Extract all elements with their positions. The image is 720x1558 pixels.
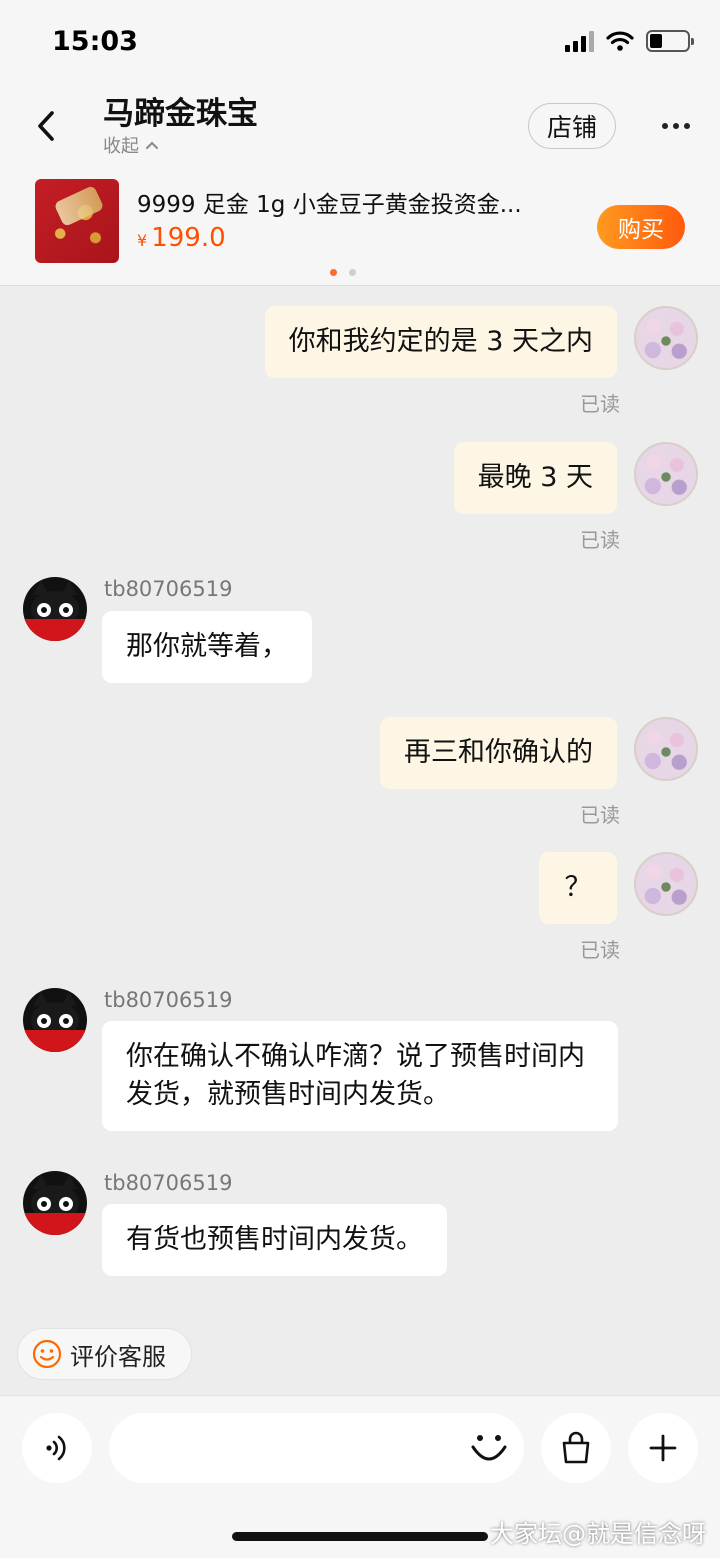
wifi-icon <box>606 31 634 51</box>
cellular-signal-icon <box>565 30 594 52</box>
sender-name: tb80706519 <box>104 1171 233 1195</box>
read-status: 已读 <box>580 803 620 827</box>
sender-name: tb80706519 <box>104 988 233 1012</box>
message-bubble-sent[interactable]: ？ <box>539 852 617 924</box>
seller-avatar[interactable] <box>23 577 87 641</box>
product-card[interactable]: 9999 足金 1g 小金豆子黄金投资金... ¥199.0 购买 <box>35 179 695 265</box>
carousel-dot-active <box>330 269 337 276</box>
message-bubble-sent[interactable]: 再三和你确认的 <box>380 717 617 789</box>
price-currency: ¥ <box>137 231 148 250</box>
chevron-up-icon <box>146 141 158 149</box>
status-time: 15:03 <box>52 26 138 57</box>
smiley-icon <box>32 1339 62 1369</box>
chevron-left-icon <box>38 111 54 141</box>
seller-avatar[interactable] <box>23 1171 87 1235</box>
input-bar: 大家坛@就是信念呀 <box>0 1395 720 1558</box>
watermark: 大家坛@就是信念呀 <box>490 1520 706 1548</box>
status-icons <box>565 30 694 52</box>
rate-service-button[interactable]: 评价客服 <box>17 1328 192 1380</box>
battery-icon <box>646 30 694 52</box>
collapse-toggle[interactable]: 收起 <box>103 132 159 158</box>
emoji-icon <box>471 1435 507 1461</box>
read-status: 已读 <box>580 528 620 552</box>
add-button[interactable] <box>628 1413 698 1483</box>
more-options-icon[interactable] <box>656 108 696 144</box>
carousel-indicator <box>330 269 356 276</box>
back-button[interactable] <box>28 106 64 146</box>
message-bubble-received[interactable]: 你在确认不确认咋滴？说了预售时间内发货，就预售时间内发货。 <box>102 1021 618 1131</box>
shopping-bag-button[interactable] <box>541 1413 611 1483</box>
message-bubble-sent[interactable]: 最晚 3 天 <box>453 442 617 514</box>
status-bar: 15:03 <box>0 0 720 86</box>
plus-icon <box>649 1434 677 1462</box>
emoji-button[interactable] <box>465 1427 513 1471</box>
rate-service-label: 评价客服 <box>70 1342 166 1371</box>
my-avatar[interactable] <box>634 852 698 916</box>
collapse-label: 收起 <box>103 136 139 157</box>
product-title: 9999 足金 1g 小金豆子黄金投资金... <box>137 192 522 218</box>
message-bubble-received[interactable]: 那你就等着， <box>102 611 312 683</box>
voice-icon <box>46 1435 66 1461</box>
my-avatar[interactable] <box>634 717 698 781</box>
carousel-dot <box>349 269 356 276</box>
sender-name: tb80706519 <box>104 577 233 601</box>
shop-name: 马蹄金珠宝 <box>103 96 258 132</box>
product-price: ¥199.0 <box>137 223 226 253</box>
message-bubble-received[interactable]: 有货也预售时间内发货。 <box>102 1204 447 1276</box>
chat-header: 马蹄金珠宝 收起 店铺 9999 足金 1g 小金豆子黄金投资金... ¥199… <box>0 86 720 286</box>
my-avatar[interactable] <box>634 306 698 370</box>
shopping-bag-icon <box>562 1431 590 1464</box>
message-bubble-sent[interactable]: 你和我约定的是 3 天之内 <box>264 306 617 378</box>
my-avatar[interactable] <box>634 442 698 506</box>
home-indicator <box>232 1532 488 1541</box>
store-button[interactable]: 店铺 <box>528 103 616 149</box>
product-thumbnail[interactable] <box>35 179 119 263</box>
price-value: 199.0 <box>151 223 226 253</box>
read-status: 已读 <box>580 938 620 962</box>
message-input[interactable] <box>109 1413 524 1483</box>
buy-button[interactable]: 购买 <box>597 205 685 249</box>
seller-avatar[interactable] <box>23 988 87 1052</box>
read-status: 已读 <box>580 392 620 416</box>
voice-button[interactable] <box>22 1413 92 1483</box>
